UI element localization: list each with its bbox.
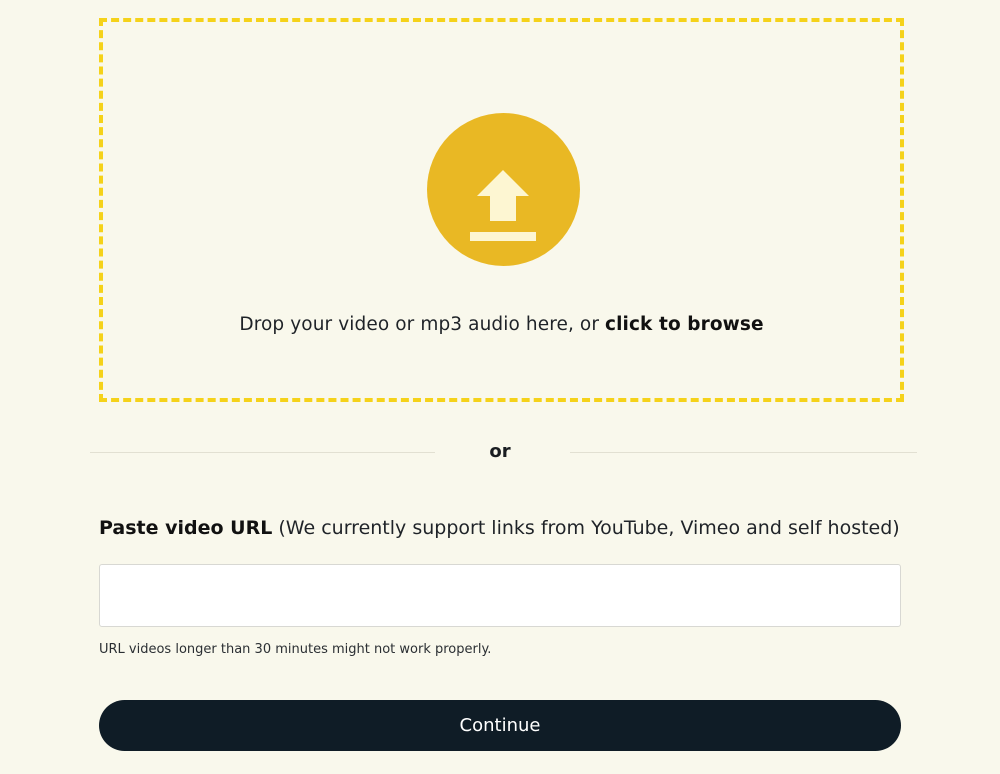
dropzone-instructions: Drop your video or mp3 audio here, or cl… [103,314,900,335]
dropzone-text: Drop your video or mp3 audio here, or [239,314,606,335]
url-label-title: Paste video URL [99,517,273,539]
video-url-input[interactable] [99,564,901,627]
file-dropzone[interactable]: Drop your video or mp3 audio here, or cl… [99,18,904,402]
url-field-label: Paste video URL (We currently support li… [99,517,900,539]
upload-icon[interactable] [427,113,580,266]
divider-left-line [90,452,435,453]
or-divider-label: or [489,441,511,462]
divider-right-line [570,452,917,453]
url-label-support-note: (We currently support links from YouTube… [272,517,900,539]
continue-button[interactable]: Continue [99,700,901,751]
click-to-browse-link[interactable]: click to browse [605,314,764,335]
url-length-note: URL videos longer than 30 minutes might … [99,642,492,657]
